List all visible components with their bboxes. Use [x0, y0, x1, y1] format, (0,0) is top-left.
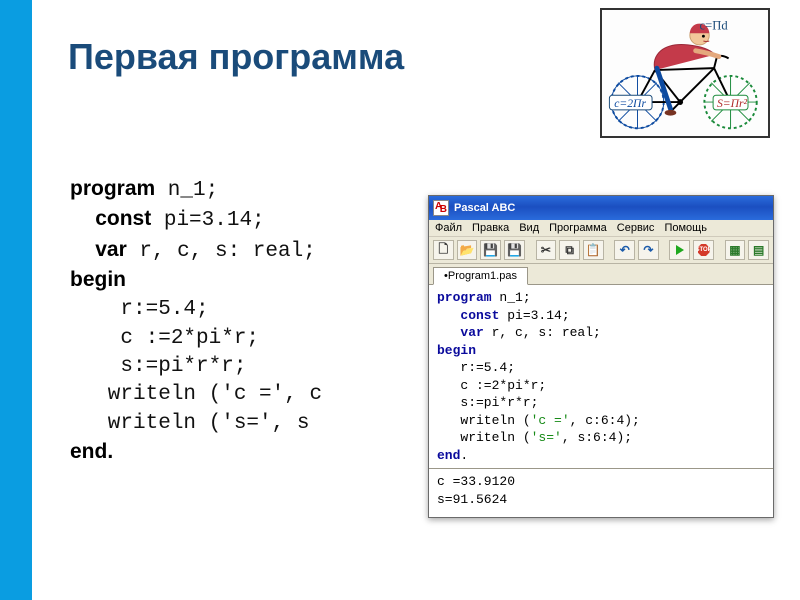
formula-c-pd: c=Пd — [700, 18, 729, 32]
new-file-icon[interactable]: 🗋 — [433, 240, 454, 260]
open-folder-icon[interactable]: 📂 — [457, 240, 478, 260]
menu-service[interactable]: Сервис — [617, 222, 655, 234]
run-icon[interactable] — [669, 240, 690, 260]
menu-help[interactable]: Помощь — [664, 222, 707, 234]
kw-var: var — [95, 238, 127, 261]
toolbar: 🗋 📂 💾 💾 ✂ ⧉ 📋 ↶ ↷ STOP ▦ ▤ — [429, 237, 773, 264]
code-line: writeln ('c =', c — [70, 381, 322, 409]
cut-icon[interactable]: ✂ — [536, 240, 557, 260]
cyclist-illustration: c=Пd c=2Пr S=Пr² — [600, 8, 770, 138]
stop-icon[interactable]: STOP — [693, 240, 714, 260]
copy-icon[interactable]: ⧉ — [559, 240, 580, 260]
page-title: Первая программа — [68, 36, 404, 78]
formula-c-2pr: c=2Пr — [614, 97, 646, 110]
form-icon[interactable]: ▤ — [748, 240, 769, 260]
code-editor[interactable]: program n_1; const pi=3.14; var r, c, s:… — [429, 285, 773, 469]
menu-view[interactable]: Вид — [519, 222, 539, 234]
editor-tab[interactable]: •Program1.pas — [433, 267, 528, 285]
kw-const: const — [95, 207, 151, 230]
window-titlebar[interactable]: Pascal ABC — [429, 196, 773, 220]
code-line: r:=5.4; — [70, 296, 322, 324]
left-accent-bar — [0, 0, 32, 600]
code-line: writeln ('s=', s — [70, 410, 322, 438]
app-icon — [433, 200, 449, 216]
menu-edit[interactable]: Правка — [472, 222, 509, 234]
redo-icon[interactable]: ↷ — [638, 240, 659, 260]
output-panel: c =33.9120 s=91.5624 — [429, 469, 773, 516]
save-icon[interactable]: 💾 — [480, 240, 501, 260]
kw-end: end. — [70, 440, 113, 463]
pascal-abc-window: Pascal ABC Файл Правка Вид Программа Сер… — [428, 195, 774, 518]
menu-file[interactable]: Файл — [435, 222, 462, 234]
code-line: s:=pi*r*r; — [70, 353, 322, 381]
module-icon[interactable]: ▦ — [725, 240, 746, 260]
undo-icon[interactable]: ↶ — [614, 240, 635, 260]
menu-program[interactable]: Программа — [549, 222, 607, 234]
pascal-code-block: program n_1; const pi=3.14; var r, c, s:… — [70, 175, 322, 468]
output-line: c =33.9120 — [437, 473, 765, 491]
save-all-icon[interactable]: 💾 — [504, 240, 525, 260]
paste-icon[interactable]: 📋 — [583, 240, 604, 260]
menu-bar: Файл Правка Вид Программа Сервис Помощь — [429, 220, 773, 237]
code-line: c :=2*pi*r; — [70, 325, 322, 353]
window-title: Pascal ABC — [454, 202, 515, 214]
editor-tab-bar: •Program1.pas — [429, 264, 773, 285]
kw-begin: begin — [70, 268, 126, 291]
formula-s-pr2: S=Пr² — [717, 97, 748, 110]
output-line: s=91.5624 — [437, 491, 765, 509]
kw-program: program — [70, 177, 155, 200]
